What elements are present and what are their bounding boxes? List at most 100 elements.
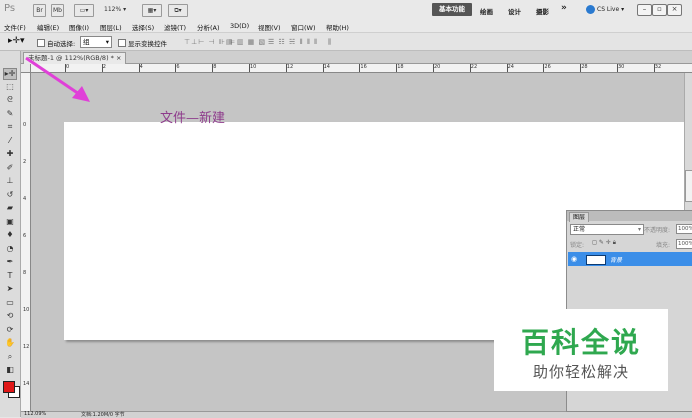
move-tool-icon[interactable]: ▸✛ — [3, 68, 17, 80]
auto-select-dropdown[interactable]: 组 ▾ — [80, 36, 112, 48]
foreground-color-swatch[interactable] — [3, 381, 15, 393]
menu-3d[interactable]: 3D(D) — [230, 22, 249, 30]
fill-label: 填充: — [656, 242, 671, 249]
view-extras-icon[interactable]: ▭▾ — [74, 4, 94, 17]
ruler-v-label: 6 — [23, 233, 27, 239]
ruler-h-tick — [212, 64, 214, 72]
ruler-h-label: 18 — [397, 64, 404, 70]
menu-layer[interactable]: 图层(L) — [100, 22, 122, 32]
layer-thumbnail — [586, 255, 606, 265]
workspace-painting[interactable]: 绘画 — [480, 6, 493, 16]
ruler-h-label: 10 — [250, 64, 257, 70]
zoom-tool-icon[interactable]: ⌕ — [4, 352, 16, 362]
ruler-v-label: 2 — [23, 159, 27, 165]
ruler-h-tick — [175, 64, 177, 72]
brush-tool-icon[interactable]: ✐ — [4, 163, 16, 173]
menu-help[interactable]: 帮助(H) — [326, 22, 349, 32]
menu-window[interactable]: 窗口(W) — [291, 22, 316, 32]
lasso-tool-icon[interactable]: ᘓ — [4, 95, 16, 105]
eraser-tool-icon[interactable]: ▰ — [4, 203, 16, 213]
opacity-field[interactable]: 100% — [676, 224, 692, 234]
layers-tab-strip: 图层 — [567, 211, 692, 222]
ruler-v-label: 12 — [23, 344, 30, 350]
ruler-h-label: 14 — [323, 64, 330, 70]
marquee-tool-icon[interactable]: ⬚ — [4, 82, 16, 92]
menu-analysis[interactable]: 分析(A) — [197, 22, 220, 32]
ruler-h-label: 16 — [360, 64, 367, 70]
menu-view[interactable]: 视图(V) — [258, 22, 281, 32]
ruler-h-tick — [249, 64, 250, 72]
checkbox-icon — [118, 39, 126, 47]
dodge-tool-icon[interactable]: ◔ — [4, 244, 16, 254]
type-tool-icon[interactable]: T — [4, 271, 16, 281]
cs-live-button[interactable]: CS Live ▾ — [586, 4, 624, 16]
healing-tool-icon[interactable]: ✚ — [4, 149, 16, 159]
layer-name: 背景 — [610, 257, 623, 264]
path-select-tool-icon[interactable]: ➤ — [4, 284, 16, 294]
ruler-h-label: 28 — [581, 64, 588, 70]
menu-filter[interactable]: 滤镜(T) — [164, 22, 186, 32]
ruler-v-label: 4 — [23, 196, 27, 202]
ruler-v-label: 14 — [23, 381, 30, 387]
3d-orbit-tool-icon[interactable]: ⟳ — [4, 325, 16, 335]
bridge-icon[interactable]: Br — [33, 4, 46, 17]
ruler-h-tick — [580, 64, 582, 72]
workspace-photography[interactable]: 摄影 — [536, 6, 549, 16]
layers-tab[interactable]: 图层 — [569, 212, 590, 222]
ruler-h-tick — [396, 64, 398, 72]
close-button[interactable]: × — [667, 4, 682, 16]
scrollbar-thumb[interactable] — [685, 170, 692, 202]
annotation-arrow-icon — [25, 56, 90, 102]
show-transform-checkbox[interactable]: 显示变换控件 — [118, 38, 167, 48]
ruler-h-label: 8 — [213, 64, 217, 70]
watermark-subtitle: 助你轻松解决 — [532, 363, 629, 381]
screen-mode-icon[interactable]: ⧉▾ — [168, 4, 188, 17]
layer-row-background[interactable]: ◉ 背景 — [568, 252, 692, 266]
menu-select[interactable]: 选择(S) — [132, 22, 154, 32]
fill-field[interactable]: 100% — [676, 239, 692, 249]
eyedropper-tool-icon[interactable]: ⁄ — [4, 136, 16, 146]
menu-image[interactable]: 图像(I) — [69, 22, 89, 32]
hand-tool-icon[interactable]: ✋ — [4, 338, 16, 348]
workspace-essentials[interactable]: 基本功能 — [432, 3, 472, 16]
ruler-h-label: 30 — [618, 64, 625, 70]
watermark-title: 百科全说 — [520, 326, 641, 359]
mini-bridge-icon[interactable]: Mb — [51, 4, 64, 17]
more-workspaces-icon[interactable]: » — [561, 3, 567, 13]
minimize-button[interactable]: – — [637, 4, 652, 16]
status-zoom[interactable]: 112.09% — [24, 411, 46, 417]
stamp-tool-icon[interactable]: ⊥ — [4, 176, 16, 186]
shape-tool-icon[interactable]: ▭ — [4, 298, 16, 308]
ruler-h-tick — [469, 64, 471, 72]
restore-button[interactable]: ▫ — [652, 4, 667, 16]
history-brush-icon[interactable]: ↺ — [4, 190, 16, 200]
default-colors-icon[interactable]: ◧ — [4, 365, 16, 375]
distribute-icons[interactable]: ☰ ☷ ☵ ⦀ ⦀ ⦀ — [268, 38, 318, 47]
quick-select-tool-icon[interactable]: ✎ — [4, 109, 16, 119]
menu-edit[interactable]: 编辑(E) — [37, 22, 59, 32]
workspace-design[interactable]: 设计 — [508, 6, 521, 16]
menu-file[interactable]: 文件(F) — [4, 22, 26, 32]
photoshop-logo: Ps — [4, 3, 16, 14]
ruler-v-label: 10 — [23, 307, 30, 313]
blur-tool-icon[interactable]: ♦ — [4, 230, 16, 240]
blend-mode-dropdown[interactable]: 正常 ▾ — [570, 224, 644, 235]
pen-tool-icon[interactable]: ✒ — [4, 257, 16, 267]
arrange-documents-icon[interactable]: ▦▾ — [142, 4, 162, 17]
menu-bar: 文件(F) 编辑(E) 图像(I) 图层(L) 选择(S) 滤镜(T) 分析(A… — [0, 20, 692, 33]
auto-align-icon[interactable]: ⫼ — [328, 38, 332, 47]
ruler-h-tick — [359, 64, 361, 72]
crop-tool-icon[interactable]: ⌗ — [4, 122, 16, 132]
ruler-h-label: 20 — [434, 64, 441, 70]
application-bar: Ps Br Mb ▭▾ 112% ▾ ▦▾ ⧉▾ 基本功能 绘画 设计 摄影 »… — [0, 0, 692, 21]
lock-icons[interactable]: ◻ ✎ ✛ 🔒︎ — [592, 239, 616, 247]
align-icons-2[interactable]: ▤ ▥ ▦ ▧ — [226, 38, 266, 46]
zoom-level[interactable]: 112% ▾ — [104, 6, 126, 13]
ruler-h-label: 32 — [654, 64, 662, 70]
close-tab-icon[interactable]: × — [116, 54, 121, 62]
gradient-tool-icon[interactable]: ▣ — [4, 217, 16, 227]
auto-select-checkbox[interactable]: 自动选择: — [37, 38, 75, 48]
visibility-eye-icon[interactable]: ◉ — [571, 255, 577, 263]
3d-rotate-tool-icon[interactable]: ⟲ — [4, 311, 16, 321]
move-tool-preset-icon[interactable]: ▸✛▾ — [8, 36, 25, 46]
